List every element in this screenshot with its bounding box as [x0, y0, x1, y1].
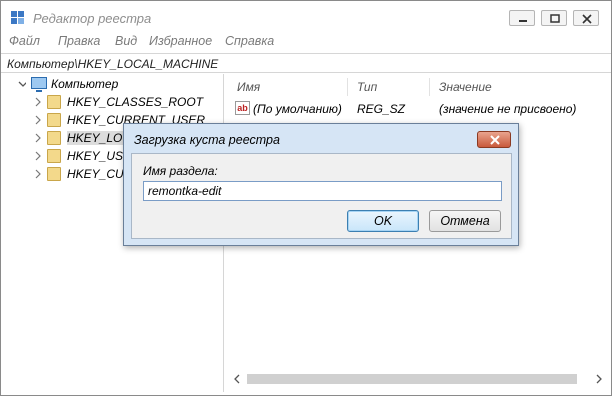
chevron-right-icon[interactable]: [34, 115, 42, 125]
dialog-title: Загрузка куста реестра: [134, 133, 280, 147]
menu-favorites[interactable]: Избранное: [149, 34, 212, 48]
chevron-right-icon[interactable]: [34, 151, 42, 161]
menu-file[interactable]: Файл: [9, 34, 40, 48]
chevron-right-icon[interactable]: [34, 169, 42, 179]
folder-icon: [47, 131, 61, 145]
tree-item-label: HKEY_CLASSES_ROOT: [67, 95, 204, 109]
maximize-button[interactable]: [541, 10, 567, 26]
menu-help[interactable]: Справка: [225, 34, 274, 48]
key-name-input[interactable]: [143, 181, 502, 201]
close-icon: [582, 14, 592, 24]
value-type: REG_SZ: [357, 102, 406, 116]
tree-root-label: Компьютер: [51, 77, 119, 91]
string-value-icon: ab: [235, 101, 250, 115]
tree-item-label: HKEY_LOC: [67, 131, 132, 145]
scroll-left-icon[interactable]: [233, 374, 241, 384]
scrollbar-thumb[interactable]: [247, 374, 577, 384]
folder-icon: [47, 113, 61, 127]
column-header-name[interactable]: Имя: [237, 80, 260, 94]
key-name-label: Имя раздела:: [143, 164, 218, 178]
menu-edit[interactable]: Правка: [58, 34, 100, 48]
chevron-right-icon[interactable]: [34, 133, 42, 143]
minimize-icon: [519, 20, 527, 22]
cancel-button[interactable]: Отмена: [429, 210, 501, 232]
registry-editor-window: Редактор реестра Файл Правка Вид Избранн…: [0, 0, 612, 396]
column-divider[interactable]: [347, 78, 348, 96]
folder-icon: [47, 167, 61, 181]
column-divider[interactable]: [429, 78, 430, 96]
tree-root[interactable]: Компьютер: [5, 75, 224, 93]
horizontal-scrollbar[interactable]: [233, 372, 603, 386]
value-data: (значение не присвоено): [439, 102, 577, 116]
chevron-down-icon[interactable]: [18, 79, 26, 89]
maximize-icon: [550, 14, 560, 23]
column-header-type[interactable]: Тип: [357, 80, 377, 94]
value-row[interactable]: ab (По умолчанию) REG_SZ (значение не пр…: [225, 100, 611, 118]
scroll-right-icon[interactable]: [595, 374, 603, 384]
close-button[interactable]: [573, 10, 599, 26]
folder-icon: [47, 95, 61, 109]
value-name: (По умолчанию): [253, 102, 342, 116]
close-icon: [490, 135, 500, 145]
folder-icon: [47, 149, 61, 163]
column-header-data[interactable]: Значение: [439, 80, 492, 94]
address-bar[interactable]: Компьютер\HKEY_LOCAL_MACHINE: [1, 53, 611, 73]
address-path: Компьютер\HKEY_LOCAL_MACHINE: [7, 57, 219, 71]
minimize-button[interactable]: [509, 10, 535, 26]
computer-icon: [31, 77, 47, 92]
tree-item[interactable]: HKEY_CLASSES_ROOT: [5, 93, 224, 111]
load-hive-dialog: Загрузка куста реестра Имя раздела: OK О…: [123, 123, 519, 246]
menu-bar: Файл Правка Вид Избранное Справка: [1, 33, 611, 51]
window-title: Редактор реестра: [33, 11, 152, 26]
dialog-body: Имя раздела: OK Отмена: [131, 153, 512, 239]
registry-editor-icon: [11, 11, 25, 25]
ok-button[interactable]: OK: [347, 210, 419, 232]
dialog-close-button[interactable]: [477, 131, 511, 148]
title-bar[interactable]: Редактор реестра: [1, 1, 611, 33]
menu-view[interactable]: Вид: [115, 34, 137, 48]
chevron-right-icon[interactable]: [34, 97, 42, 107]
